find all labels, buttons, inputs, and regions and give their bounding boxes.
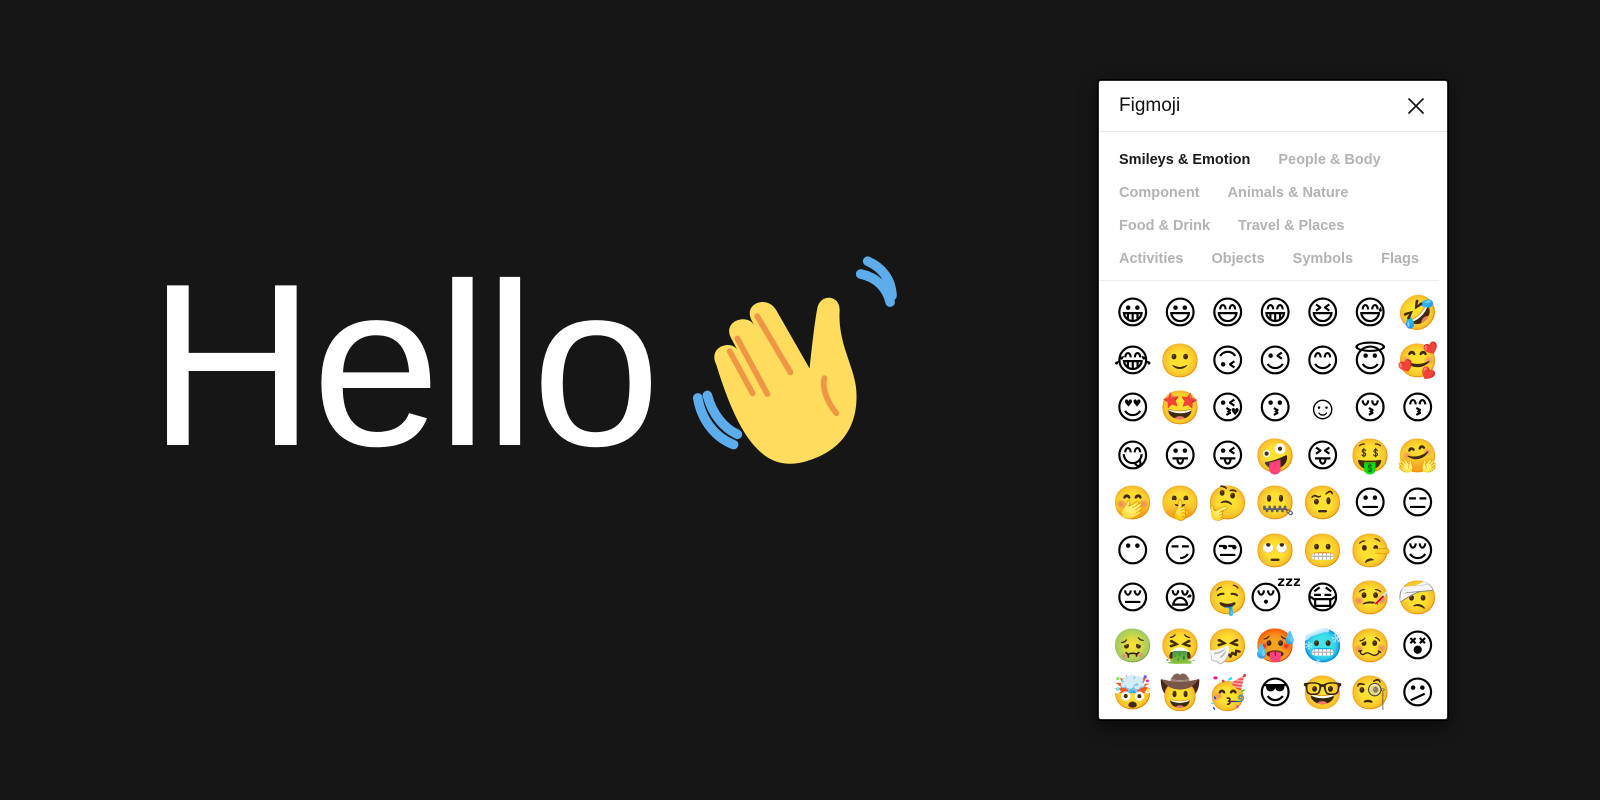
money-mouth-face-icon[interactable]: 🤑 [1350,435,1391,475]
tab-people-body[interactable]: People & Body [1278,150,1380,171]
face-with-tears-of-joy-icon[interactable]: 😂 [1113,340,1153,380]
close-icon [1407,97,1425,115]
kissing-face-with-smiling-eyes-icon[interactable]: 😙 [1398,388,1438,428]
rolling-on-the-floor-laughing-icon[interactable]: 🤣 [1397,293,1438,333]
figmoji-panel: Figmoji Smileys & Emotion People & Body Co… [1098,80,1448,720]
hero: Hello [148,250,915,482]
neutral-face-icon[interactable]: 😐 [1350,483,1390,523]
grimacing-face-icon[interactable]: 😬 [1302,530,1343,570]
face-with-head-bandage-icon[interactable]: 🤕 [1397,578,1438,618]
face-with-monocle-icon[interactable]: 🧐 [1350,673,1391,713]
category-tabs: Smileys & Emotion People & Body Component A… [1099,132,1439,281]
tab-smileys-emotion[interactable]: Smileys & Emotion [1119,150,1250,171]
waving-hand-icon [692,256,897,464]
nerd-face-icon[interactable]: 🤓 [1302,673,1343,713]
face-with-raised-eyebrow-icon[interactable]: 🤨 [1302,483,1343,523]
panel-header: Figmoji [1099,81,1447,132]
thinking-face-icon[interactable]: 🤔 [1207,483,1248,523]
face-with-tongue-icon[interactable]: 😛 [1160,435,1200,475]
relieved-face-icon[interactable]: 😌 [1398,530,1438,570]
grinning-face-with-sweat-icon[interactable]: 😅 [1350,293,1390,333]
cold-face-icon[interactable]: 🥶 [1302,625,1343,665]
face-blowing-a-kiss-icon[interactable]: 😘 [1208,388,1248,428]
kissing-face-with-closed-eyes-icon[interactable]: 😚 [1350,388,1390,428]
lying-face-icon[interactable]: 🤥 [1350,530,1391,570]
smiling-face-with-sunglasses-icon[interactable]: 😎 [1255,673,1295,713]
smiling-face-with-smiling-eyes-icon[interactable]: 😊 [1303,340,1343,380]
face-with-medical-mask-icon[interactable]: 😷 [1303,578,1343,618]
face-with-hand-over-mouth-icon[interactable]: 🤭 [1112,483,1153,523]
close-button[interactable] [1405,95,1427,117]
winking-face-with-tongue-icon[interactable]: 😜 [1208,435,1248,475]
confused-face-icon[interactable]: 😕 [1398,673,1438,713]
smirking-face-icon[interactable]: 😏 [1160,530,1200,570]
kissing-face-icon[interactable]: 😗 [1255,388,1295,428]
slightly-smiling-face-icon[interactable]: 🙂 [1160,340,1201,380]
face-without-mouth-icon[interactable]: 😶 [1113,530,1153,570]
knocked-out-face-icon[interactable]: 😵 [1398,625,1438,665]
tab-objects[interactable]: Objects [1211,249,1264,270]
smiling-face-icon[interactable]: ☺ [1303,388,1343,428]
unamused-face-icon[interactable]: 😒 [1208,530,1248,570]
hero-greeting: Hello [148,236,661,495]
winking-face-icon[interactable]: 😉 [1255,340,1295,380]
face-vomiting-icon[interactable]: 🤮 [1160,625,1201,665]
hot-face-icon[interactable]: 🥵 [1255,625,1296,665]
smiling-face-with-halo-icon[interactable]: 😇 [1350,340,1390,380]
tab-activities[interactable]: Activities [1119,249,1183,270]
zany-face-icon[interactable]: 🤪 [1255,435,1296,475]
squinting-face-with-tongue-icon[interactable]: 😝 [1303,435,1343,475]
tab-food-drink[interactable]: Food & Drink [1119,216,1210,237]
partying-face-icon[interactable]: 🥳 [1207,673,1248,713]
upside-down-face-icon[interactable]: 🙃 [1208,340,1248,380]
smiling-face-with-heart-eyes-icon[interactable]: 😍 [1113,388,1153,428]
drooling-face-icon[interactable]: 🤤 [1207,578,1248,618]
tab-component[interactable]: Component [1119,183,1200,204]
face-with-rolling-eyes-icon[interactable]: 🙄 [1255,530,1296,570]
smiling-face-with-hearts-icon[interactable]: 🥰 [1397,340,1438,380]
grinning-squinting-face-icon[interactable]: 😆 [1303,293,1343,333]
emoji-grid: 😀 😃 😄 😁 😆 😅 🤣 😂 🙂 🙃 😉 😊 😇 🥰 😍 🤩 😘 😗 ☺ 😚 😙 😋 😛 😜 🤪 😝 🤑 🤗 🤭 🤫 🤔 🤐 🤨 😐 😑 😶 😏 😒 🙄 😬… [1099,281,1447,717]
exploding-head-icon[interactable]: 🤯 [1112,673,1153,713]
panel-title: Figmoji [1119,95,1181,116]
tab-symbols[interactable]: Symbols [1293,249,1353,270]
shushing-face-icon[interactable]: 🤫 [1160,483,1201,523]
star-struck-icon[interactable]: 🤩 [1160,388,1201,428]
sleeping-face-icon[interactable]: 😴 [1249,578,1302,618]
face-savoring-food-icon[interactable]: 😋 [1113,435,1153,475]
sneezing-face-icon[interactable]: 🤧 [1207,625,1248,665]
grinning-face-with-big-eyes-icon[interactable]: 😃 [1160,293,1200,333]
tab-animals-nature[interactable]: Animals & Nature [1228,183,1349,204]
face-with-thermometer-icon[interactable]: 🤒 [1350,578,1391,618]
zipper-mouth-face-icon[interactable]: 🤐 [1255,483,1296,523]
grinning-face-icon[interactable]: 😀 [1113,293,1153,333]
hugging-face-icon[interactable]: 🤗 [1397,435,1438,475]
expressionless-face-icon[interactable]: 😑 [1398,483,1438,523]
tab-travel-places[interactable]: Travel & Places [1238,216,1344,237]
grinning-face-with-smiling-eyes-icon[interactable]: 😄 [1208,293,1248,333]
beaming-face-with-smiling-eyes-icon[interactable]: 😁 [1255,293,1295,333]
cowboy-hat-face-icon[interactable]: 🤠 [1160,673,1201,713]
nauseated-face-icon[interactable]: 🤢 [1112,625,1153,665]
sleepy-face-icon[interactable]: 😪 [1160,578,1200,618]
woozy-face-icon[interactable]: 🥴 [1350,625,1391,665]
pensive-face-icon[interactable]: 😔 [1113,578,1153,618]
tab-flags[interactable]: Flags [1381,249,1419,270]
